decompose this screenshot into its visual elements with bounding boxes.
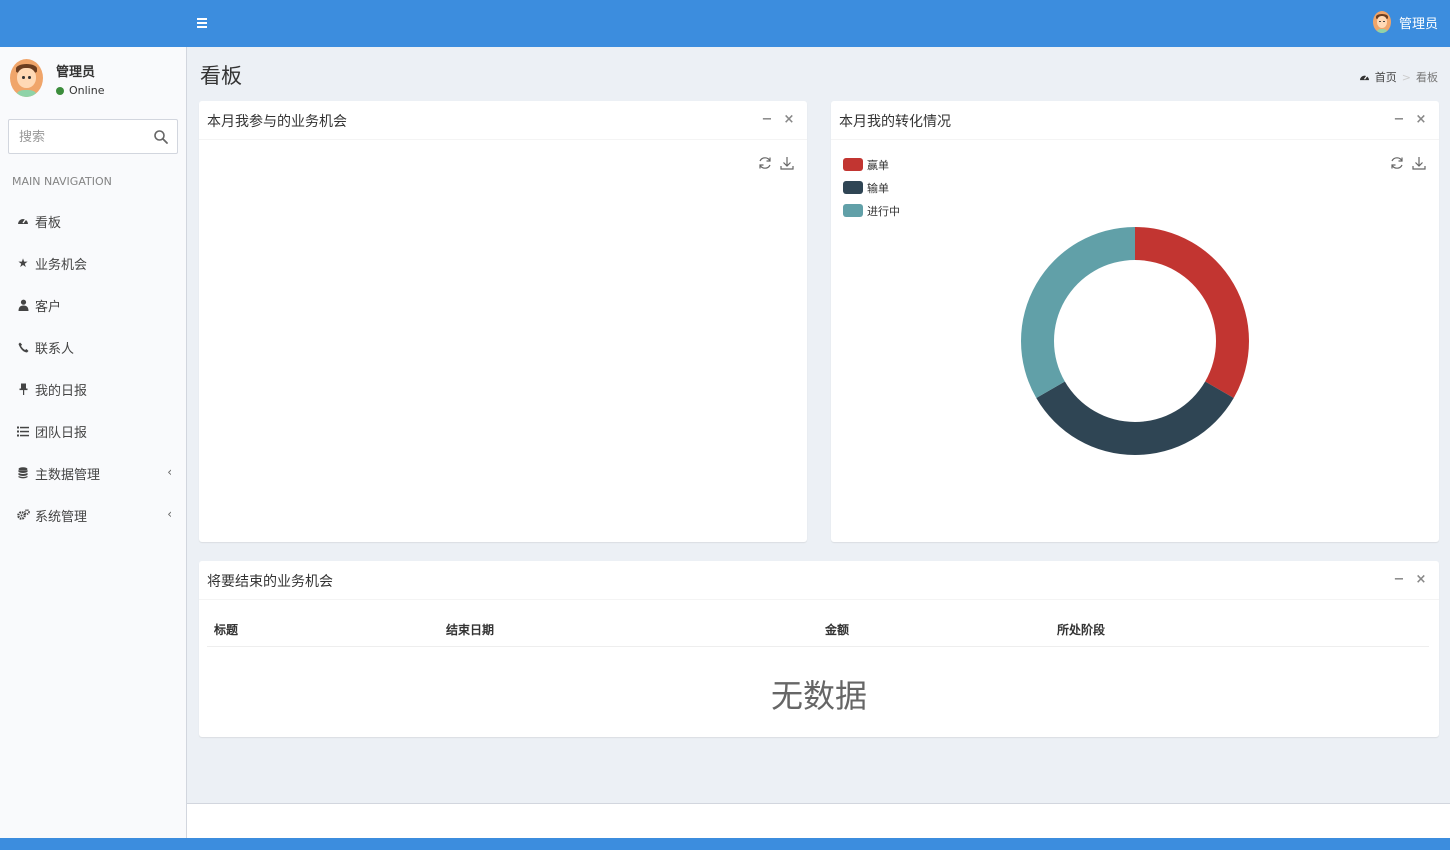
search-input[interactable] [19, 128, 149, 146]
phone-icon [16, 340, 30, 354]
sidebar-item-label: 团队日报 [35, 425, 88, 441]
user-menu-name: 管理员 [1398, 16, 1438, 32]
nav-header: MAIN NAVIGATION [12, 175, 112, 188]
dashboard-icon [16, 214, 30, 228]
breadcrumb-current: 看板 [1416, 71, 1438, 84]
sidebar-menu: 看板 ★ 业务机会 客户 联系人 我的日报 团队日报 主数据管理 ‹ 系统管理 … [0, 200, 186, 536]
breadcrumb: 首页 > 看板 [1359, 69, 1438, 85]
empty-state: 无数据 [770, 677, 867, 715]
list-icon [16, 424, 30, 438]
sidebar: 管理员 Online MAIN NAVIGATION 看板 ★ 业务机会 [0, 47, 187, 850]
sidebar-item-label: 联系人 [35, 341, 75, 357]
close-button[interactable]: × [783, 110, 795, 128]
box-header: 将要结束的业务机会 − × [199, 561, 1439, 600]
refresh-icon[interactable] [757, 155, 773, 171]
chevron-left-icon: ‹ [167, 507, 172, 521]
collapse-button[interactable]: − [761, 110, 773, 128]
box-header: 本月我参与的业务机会 − × [199, 101, 807, 140]
close-button[interactable]: × [1415, 570, 1427, 588]
column-header-end-date[interactable]: 结束日期 [446, 621, 494, 638]
column-header-stage[interactable]: 所处阶段 [1057, 621, 1105, 638]
box-tools: − × [761, 110, 795, 128]
box-tools: − × [1393, 570, 1427, 588]
breadcrumb-home[interactable]: 首页 [1375, 69, 1397, 85]
table-header: 标题 结束日期 金额 所处阶段 [207, 615, 1429, 647]
legend-item[interactable]: 输单 [843, 176, 900, 199]
sidebar-item-my-daily[interactable]: 我的日报 [0, 368, 186, 410]
sidebar-item-master-data[interactable]: 主数据管理 ‹ [0, 452, 186, 494]
ending-opportunities-box: 将要结束的业务机会 − × 标题 结束日期 金额 所处阶段 无数据 [199, 561, 1439, 737]
status-dot-icon [56, 86, 64, 95]
box-title: 本月我参与的业务机会 [207, 114, 347, 130]
user-panel-name: 管理员 [56, 65, 96, 80]
conversion-box: 本月我的转化情况 − × 赢单输单进行中 [831, 101, 1439, 542]
download-icon[interactable] [779, 155, 795, 171]
user-icon [16, 298, 30, 312]
chart-legend: 赢单 输单 进行中 [843, 153, 900, 222]
top-navbar: 管理员 [0, 0, 1450, 47]
legend-item[interactable]: 赢单 [843, 153, 900, 176]
box-header: 本月我的转化情况 − × [831, 101, 1439, 140]
breadcrumb-separator: > [1401, 70, 1411, 84]
download-icon[interactable] [1411, 155, 1427, 171]
column-header-title[interactable]: 标题 [214, 621, 238, 638]
avatar [10, 59, 43, 97]
box-title: 将要结束的业务机会 [207, 574, 333, 590]
user-status-text: Online [69, 84, 105, 97]
opportunities-box: 本月我参与的业务机会 − × [199, 101, 807, 542]
legend-label: 输单 [867, 181, 889, 195]
page-title: 看板 [200, 64, 242, 88]
sidebar-item-label: 主数据管理 [35, 467, 101, 483]
avatar [1372, 11, 1391, 33]
sidebar-item-system[interactable]: 系统管理 ‹ [0, 494, 186, 536]
star-icon: ★ [17, 256, 29, 270]
database-icon [16, 466, 30, 480]
chevron-left-icon: ‹ [167, 465, 172, 479]
pin-icon [16, 382, 30, 396]
donut-slice-1[interactable] [1135, 227, 1249, 398]
close-button[interactable]: × [1415, 110, 1427, 128]
sidebar-search [8, 119, 178, 154]
collapse-button[interactable]: − [1393, 110, 1405, 128]
column-header-amount[interactable]: 金额 [825, 621, 849, 638]
legend-label: 赢单 [867, 158, 889, 172]
box-tools: − × [1393, 110, 1427, 128]
refresh-icon[interactable] [1389, 155, 1405, 171]
sidebar-item-label: 业务机会 [35, 257, 88, 273]
sidebar-item-label: 系统管理 [35, 509, 88, 525]
sidebar-item-customers[interactable]: 客户 [0, 284, 186, 326]
sidebar-item-label: 我的日报 [35, 383, 88, 399]
legend-label: 进行中 [867, 204, 900, 218]
legend-swatch [843, 204, 863, 217]
chart-toolbox [757, 155, 795, 171]
search-icon[interactable] [153, 129, 169, 145]
sidebar-item-team-daily[interactable]: 团队日报 [0, 410, 186, 452]
sidebar-item-label: 看板 [35, 215, 62, 231]
user-menu[interactable]: 管理员 [1372, 11, 1438, 33]
user-status: Online [56, 84, 104, 97]
legend-swatch [843, 158, 863, 171]
legend-item[interactable]: 进行中 [843, 199, 900, 222]
chart-toolbox [1389, 155, 1427, 171]
user-panel: 管理员 Online [10, 59, 180, 99]
footer [187, 803, 1450, 838]
sidebar-item-label: 客户 [35, 299, 62, 315]
cogs-icon [16, 508, 30, 522]
donut-chart [1021, 227, 1249, 456]
collapse-button[interactable]: − [1393, 570, 1405, 588]
bottom-bar [0, 838, 1450, 850]
sidebar-item-contacts[interactable]: 联系人 [0, 326, 186, 368]
donut-slice-2[interactable] [1036, 381, 1234, 456]
dashboard-icon [1359, 75, 1369, 81]
legend-swatch [843, 181, 863, 194]
box-title: 本月我的转化情况 [839, 114, 951, 130]
sidebar-item-dashboard[interactable]: 看板 [0, 200, 186, 242]
sidebar-item-opportunities[interactable]: ★ 业务机会 [0, 242, 186, 284]
donut-slice-3[interactable] [1021, 227, 1135, 398]
sidebar-toggle-icon[interactable] [197, 13, 209, 33]
